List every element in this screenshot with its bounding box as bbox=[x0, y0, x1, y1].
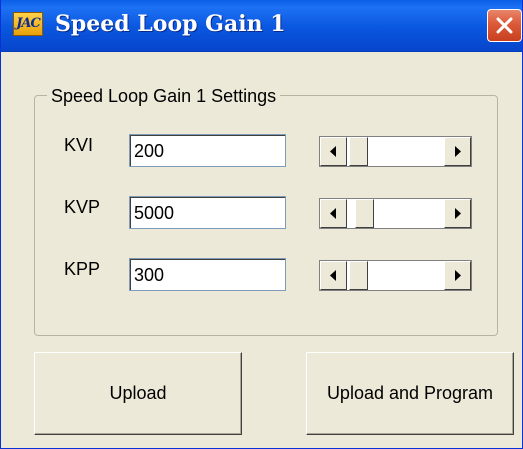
kvi-scroll-right-button[interactable] bbox=[444, 137, 471, 166]
kpp-label: KPP bbox=[64, 259, 101, 279]
upload-and-program-button[interactable]: Upload and Program bbox=[306, 352, 514, 435]
arrow-right-icon bbox=[455, 146, 461, 157]
arrow-right-icon bbox=[455, 270, 461, 281]
window-title: Speed Loop Gain 1 bbox=[55, 11, 286, 37]
kvi-scroll-thumb[interactable] bbox=[349, 137, 368, 166]
arrow-left-icon bbox=[330, 208, 336, 219]
kpp-scroll-thumb[interactable] bbox=[349, 261, 368, 290]
kpp-scroll-left-button[interactable] bbox=[320, 261, 347, 290]
close-button[interactable] bbox=[487, 9, 522, 42]
arrow-left-icon bbox=[330, 270, 336, 281]
dialog-window: JAC Speed Loop Gain 1 Speed Loop Gain 1 … bbox=[0, 0, 523, 449]
arrow-right-icon bbox=[455, 208, 461, 219]
settings-group-label: Speed Loop Gain 1 Settings bbox=[47, 86, 281, 107]
kvi-scrollbar[interactable] bbox=[319, 136, 472, 167]
kvp-label: KVP bbox=[64, 197, 101, 217]
kvp-field[interactable]: 5000 bbox=[129, 196, 286, 229]
kvp-scroll-right-button[interactable] bbox=[444, 199, 471, 228]
close-icon bbox=[496, 17, 513, 34]
kvp-scrollbar[interactable] bbox=[319, 198, 472, 229]
arrow-left-icon bbox=[330, 146, 336, 157]
kpp-field[interactable]: 300 bbox=[129, 258, 286, 291]
kvi-field[interactable]: 200 bbox=[129, 134, 286, 167]
kvp-scroll-left-button[interactable] bbox=[320, 199, 347, 228]
kvi-label: KVI bbox=[64, 135, 94, 155]
upload-button[interactable]: Upload bbox=[34, 352, 242, 435]
kvp-scroll-thumb[interactable] bbox=[355, 199, 374, 228]
kvi-scroll-left-button[interactable] bbox=[320, 137, 347, 166]
app-logo-icon: JAC bbox=[13, 12, 43, 36]
title-bar[interactable]: JAC Speed Loop Gain 1 bbox=[1, 0, 522, 52]
kpp-scrollbar[interactable] bbox=[319, 260, 472, 291]
kpp-scroll-right-button[interactable] bbox=[444, 261, 471, 290]
dialog-client-area: Speed Loop Gain 1 Settings KVI 200 KVP 5… bbox=[1, 52, 522, 448]
